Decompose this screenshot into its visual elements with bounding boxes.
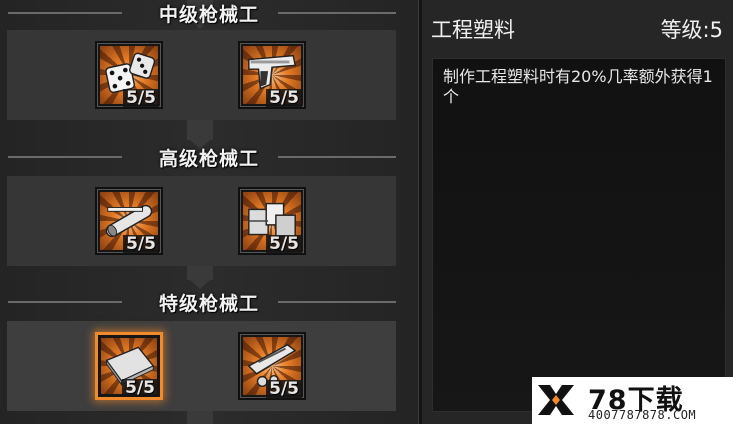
tier-row-advanced: 5/5 5/5 [7, 176, 396, 266]
tier-connector [187, 120, 213, 149]
skill-level: 5/5 [266, 235, 302, 253]
skill-level: 5/5 [266, 380, 302, 398]
skill-pistol[interactable]: 5/5 [238, 41, 306, 109]
skill-level: 5/5 [123, 89, 159, 107]
skill-description: 制作工程塑料时有20%几率额外获得1个 [443, 67, 713, 106]
skill-description-box: 制作工程塑料时有20%几率额外获得1个 [432, 58, 726, 412]
tier-title: 高级枪械工 [158, 147, 259, 170]
skill-tree: 中级枪械工 5/5 5/5 高级枪械工 5/5 5/5 特级枪械工 5/5 5/… [0, 0, 418, 424]
skill-pipe[interactable]: 5/5 [95, 187, 163, 255]
skill-crates[interactable]: 5/5 [238, 187, 306, 255]
watermark: 78下载 4007787878.COM [532, 377, 733, 424]
skill-level: 5/5 [122, 379, 158, 397]
tier-header-advanced: 高级枪械工 [0, 142, 418, 172]
skill-level: 5/5 [266, 89, 302, 107]
tier-connector [187, 266, 213, 289]
skill-dice[interactable]: 5/5 [95, 41, 163, 109]
skill-level: 5/5 [123, 235, 159, 253]
skill-gun-parts[interactable]: 5/5 [238, 332, 306, 400]
skill-detail-panel: 工程塑料 等级:5 制作工程塑料时有20%几率额外获得1个 [422, 0, 733, 424]
skill-plastic-sheet[interactable]: 5/5 [95, 332, 163, 400]
watermark-url: 4007787878.COM [588, 408, 697, 422]
tier-title: 特级枪械工 [158, 292, 259, 315]
skill-detail-level: 等级:5 [660, 18, 723, 42]
tier-row-expert: 5/5 5/5 [7, 321, 396, 411]
tier-title: 中级枪械工 [158, 3, 259, 26]
tier-header-expert: 特级枪械工 [0, 287, 418, 317]
watermark-logo-icon [538, 385, 574, 415]
skill-detail-title: 工程塑料 [431, 18, 515, 42]
tier-row-intermediate: 5/5 5/5 [7, 30, 396, 120]
tier-connector [187, 410, 213, 424]
tier-header-intermediate: 中级枪械工 [0, 0, 418, 28]
